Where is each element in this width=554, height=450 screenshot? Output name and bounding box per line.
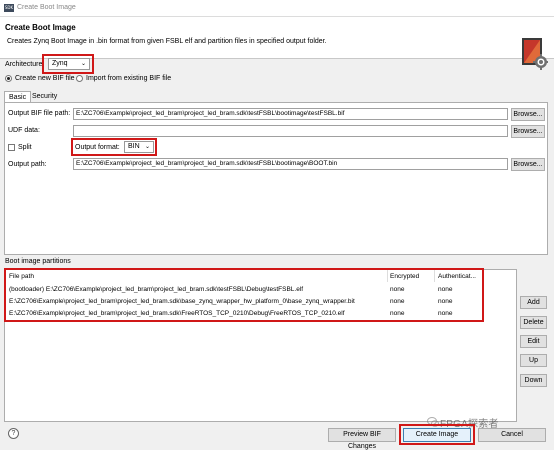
edit-partition-button[interactable]: Edit <box>520 335 547 348</box>
help-icon[interactable]: ? <box>8 428 19 439</box>
architecture-highlight <box>42 54 94 74</box>
preview-bif-changes-button[interactable]: Preview BIF Changes <box>328 428 396 450</box>
output-format-highlight <box>71 138 157 156</box>
delete-partition-button[interactable]: Delete <box>520 316 547 329</box>
tab-security[interactable]: Security <box>28 91 61 102</box>
create-image-highlight <box>399 424 475 445</box>
output-path-label: Output path: <box>8 161 47 168</box>
radio-create-new-indicator[interactable] <box>5 75 12 82</box>
radio-import-existing[interactable]: Import from existing BIF file <box>76 75 171 82</box>
output-path-input[interactable]: E:\ZC706\Example\project_led_bram\projec… <box>73 158 508 170</box>
title-bar: SDK Create Boot Image <box>0 0 554 17</box>
move-up-button[interactable]: Up <box>520 354 547 367</box>
move-down-button[interactable]: Down <box>520 374 547 387</box>
radio-create-new-label: Create new BIF file <box>15 75 75 82</box>
header-description: Creates Zynq Boot Image in .bin format f… <box>7 38 327 45</box>
output-bif-input[interactable]: E:\ZC706\Example\project_led_bram\projec… <box>73 108 508 120</box>
output-bif-label: Output BIF file path: <box>8 110 71 117</box>
udf-data-label: UDF data: <box>8 127 40 134</box>
browse-udf-button[interactable]: Browse... <box>511 125 545 138</box>
add-partition-button[interactable]: Add <box>520 296 547 309</box>
header-title: Create Boot Image <box>5 23 76 32</box>
browse-bif-button[interactable]: Browse... <box>511 108 545 121</box>
radio-import-existing-indicator[interactable] <box>76 75 83 82</box>
sdk-app-icon: SDK <box>4 4 14 12</box>
split-checkbox[interactable] <box>8 144 15 151</box>
architecture-label: Architecture: <box>5 61 45 68</box>
browse-output-button[interactable]: Browse... <box>511 158 545 171</box>
partitions-section-label: Boot image partitions <box>5 258 71 265</box>
boot-image-gear-icon <box>522 38 548 70</box>
radio-import-existing-label: Import from existing BIF file <box>86 75 172 82</box>
radio-create-new[interactable]: Create new BIF file <box>5 75 75 82</box>
cancel-button[interactable]: Cancel <box>478 428 546 442</box>
window-title: Create Boot Image <box>17 4 76 11</box>
partitions-highlight <box>4 268 484 322</box>
udf-data-input[interactable] <box>73 125 508 137</box>
split-label: Split <box>18 144 32 151</box>
dialog-header: Create Boot Image Creates Zynq Boot Imag… <box>0 17 554 70</box>
